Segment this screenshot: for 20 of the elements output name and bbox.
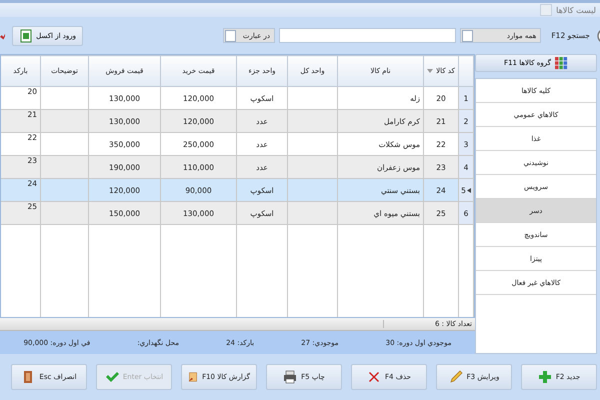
cross-icon — [367, 370, 382, 384]
table-cell — [288, 156, 338, 178]
window-title: لیست کالاها — [556, 6, 596, 14]
row-pointer-icon — [466, 188, 471, 192]
document-icon — [188, 370, 198, 384]
table-cell — [40, 156, 88, 178]
grid-icon — [554, 56, 568, 70]
pencil-icon — [448, 370, 463, 384]
spreadsheet-icon — [19, 28, 34, 42]
printer-icon — [283, 370, 298, 384]
minimize-button[interactable] — [540, 4, 552, 16]
plus-icon — [538, 370, 552, 384]
table-cell — [40, 110, 88, 132]
table-cell — [288, 178, 338, 202]
sort-arrow-icon — [427, 69, 434, 73]
column-header[interactable] — [458, 56, 474, 86]
table-cell — [40, 178, 88, 202]
checkmark-icon — [104, 370, 119, 384]
search-field[interactable] — [279, 28, 456, 43]
table-cell — [288, 110, 338, 132]
